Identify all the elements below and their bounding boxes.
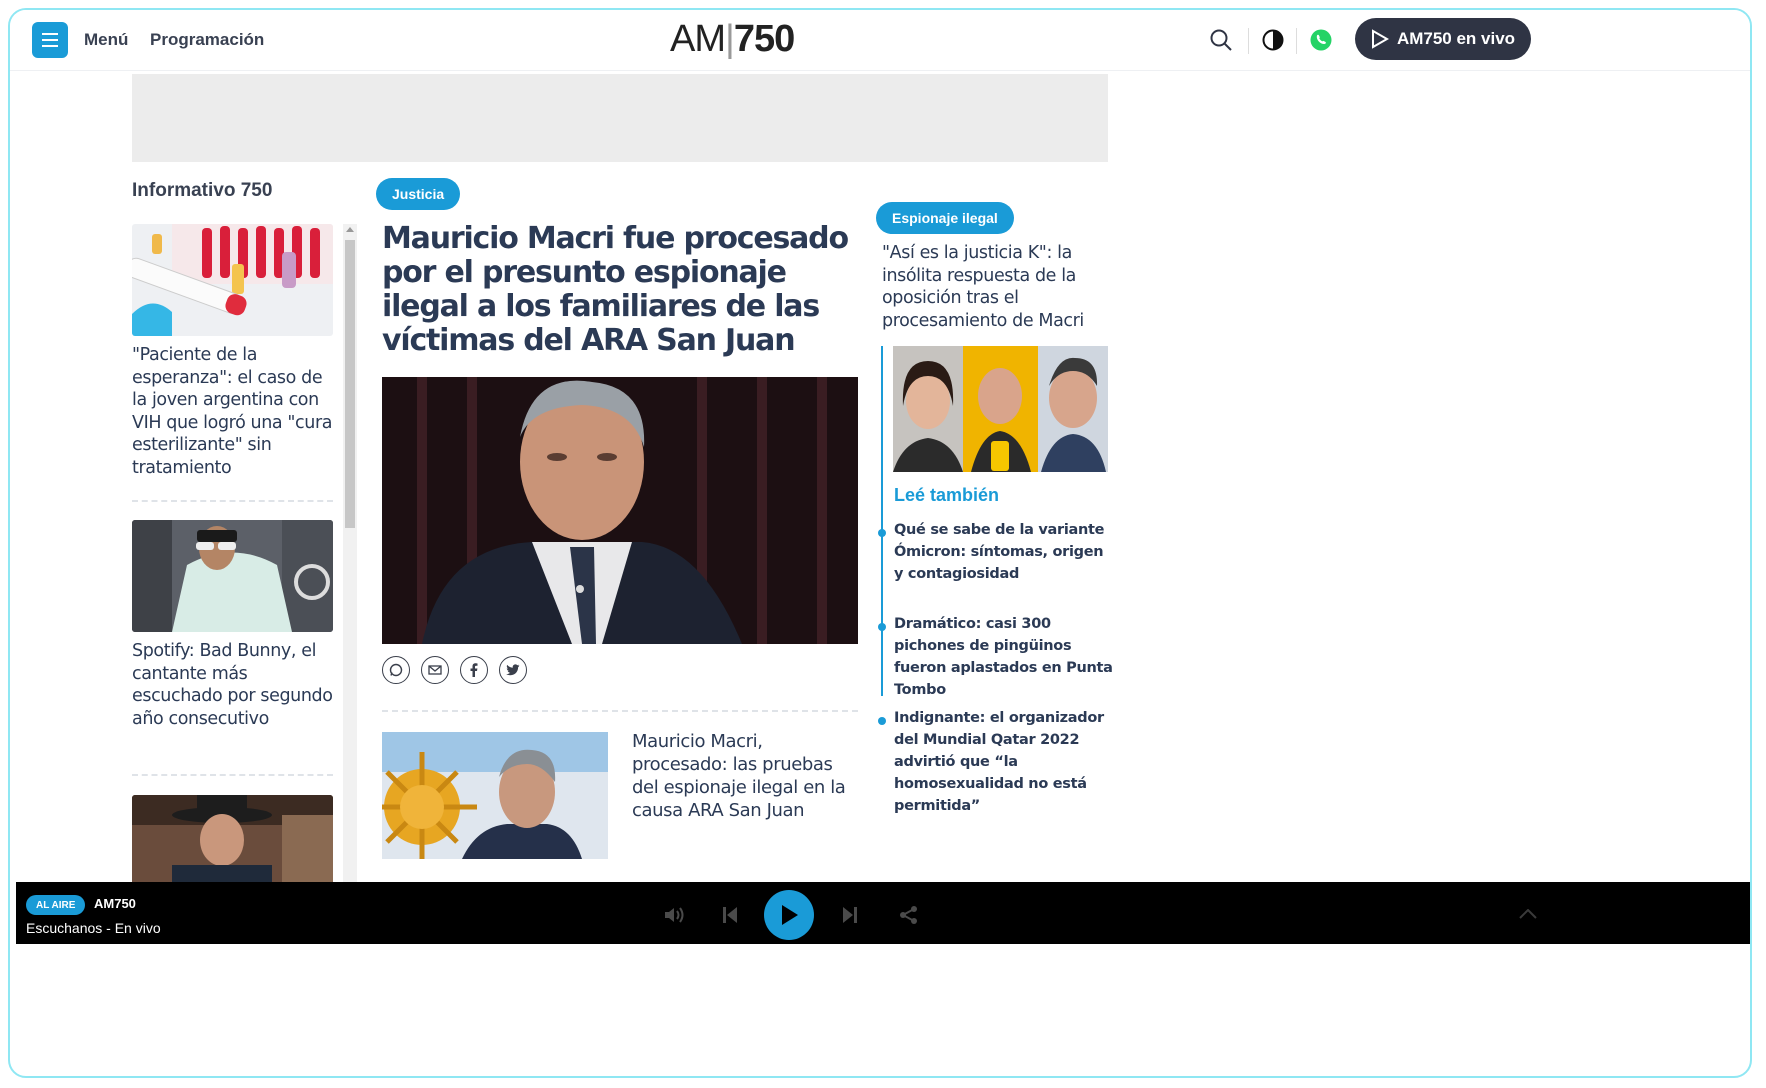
main-headline[interactable]: Mauricio Macri fue procesado por el pres…	[382, 222, 864, 358]
contrast-icon[interactable]	[1258, 25, 1288, 55]
radio-player-bar: AL AIRE AM750 Escuchanos - En vivo	[16, 882, 1750, 944]
share-icon[interactable]	[898, 904, 920, 926]
list-item[interactable]: "Paciente de la esperanza": el caso de l…	[132, 224, 333, 479]
ad-banner	[132, 74, 1108, 162]
browser-frame: Menú Programación AM|750 AM750 en vivo I…	[8, 8, 1752, 1078]
scroll-up-icon[interactable]	[346, 227, 354, 232]
live-radio-button[interactable]: AM750 en vivo	[1355, 18, 1531, 60]
menu-button[interactable]	[32, 22, 68, 58]
on-air-badge: AL AIRE	[26, 895, 86, 915]
header-divider	[1248, 28, 1249, 54]
lee-tambien-item[interactable]: Indignante: el organizador del Mundial Q…	[894, 707, 1114, 817]
site-header: Menú Programación AM|750 AM750 en vivo	[10, 10, 1750, 71]
play-button[interactable]	[764, 890, 814, 940]
sidebar-article-image[interactable]	[893, 346, 1108, 472]
related-article-title[interactable]: Mauricio Macri, procesado: las pruebas d…	[632, 730, 862, 822]
lee-tambien-heading: Leé también	[894, 485, 1000, 505]
list-item[interactable]	[132, 795, 333, 885]
hero-image[interactable]	[382, 377, 858, 644]
next-icon[interactable]	[840, 904, 860, 926]
list-item[interactable]: Spotify: Bad Bunny, el cantante más escu…	[132, 520, 333, 730]
logo-text-am: AM	[670, 18, 726, 60]
nav-menu-link[interactable]: Menú	[84, 30, 128, 50]
chevron-up-icon[interactable]	[1518, 906, 1538, 922]
whatsapp-icon[interactable]	[1306, 25, 1336, 55]
timeline-dot	[878, 623, 886, 631]
scrollbar[interactable]	[343, 224, 357, 884]
player-status: Escuchanos - En vivo	[26, 920, 161, 936]
play-outline-icon	[1371, 29, 1389, 49]
share-email-icon[interactable]	[421, 656, 449, 684]
scrollbar-thumb[interactable]	[345, 240, 355, 528]
lee-tambien-item[interactable]: Dramático: casi 300 pichones de pingüino…	[894, 613, 1114, 701]
previous-icon[interactable]	[720, 904, 740, 926]
search-icon[interactable]	[1206, 25, 1236, 55]
share-twitter-icon[interactable]	[499, 656, 527, 684]
article-title[interactable]: "Paciente de la esperanza": el caso de l…	[132, 344, 333, 479]
article-image[interactable]	[132, 795, 333, 885]
timeline-dot	[878, 529, 886, 537]
header-divider	[1296, 28, 1297, 54]
live-button-label: AM750 en vivo	[1396, 29, 1516, 48]
timeline-dot	[878, 717, 886, 725]
divider	[382, 710, 858, 712]
site-logo[interactable]: AM|750	[670, 18, 795, 61]
timeline-line	[881, 346, 883, 696]
related-article-image[interactable]	[382, 732, 608, 859]
divider	[132, 500, 333, 502]
lee-tambien-item[interactable]: Qué se sabe de la variante Ómicron: sínt…	[894, 519, 1114, 585]
volume-icon[interactable]	[662, 904, 686, 926]
share-facebook-icon[interactable]	[460, 656, 488, 684]
category-tag[interactable]: Justicia	[376, 178, 461, 210]
nav-programacion-link[interactable]: Programación	[150, 30, 264, 50]
hamburger-icon	[42, 31, 58, 49]
sidebar-headline[interactable]: "Así es la justicia K": la insólita resp…	[882, 242, 1112, 332]
divider	[132, 774, 333, 776]
category-tag[interactable]: Espionaje ilegal	[876, 202, 1014, 234]
section-title: Informativo 750	[132, 180, 273, 201]
article-title[interactable]: Spotify: Bad Bunny, el cantante más escu…	[132, 640, 333, 730]
station-name: AM750	[94, 896, 136, 911]
article-image[interactable]	[132, 224, 333, 336]
play-icon	[782, 905, 798, 925]
article-image[interactable]	[132, 520, 333, 632]
logo-text-750: 750	[733, 18, 795, 60]
share-whatsapp-icon[interactable]	[382, 656, 410, 684]
